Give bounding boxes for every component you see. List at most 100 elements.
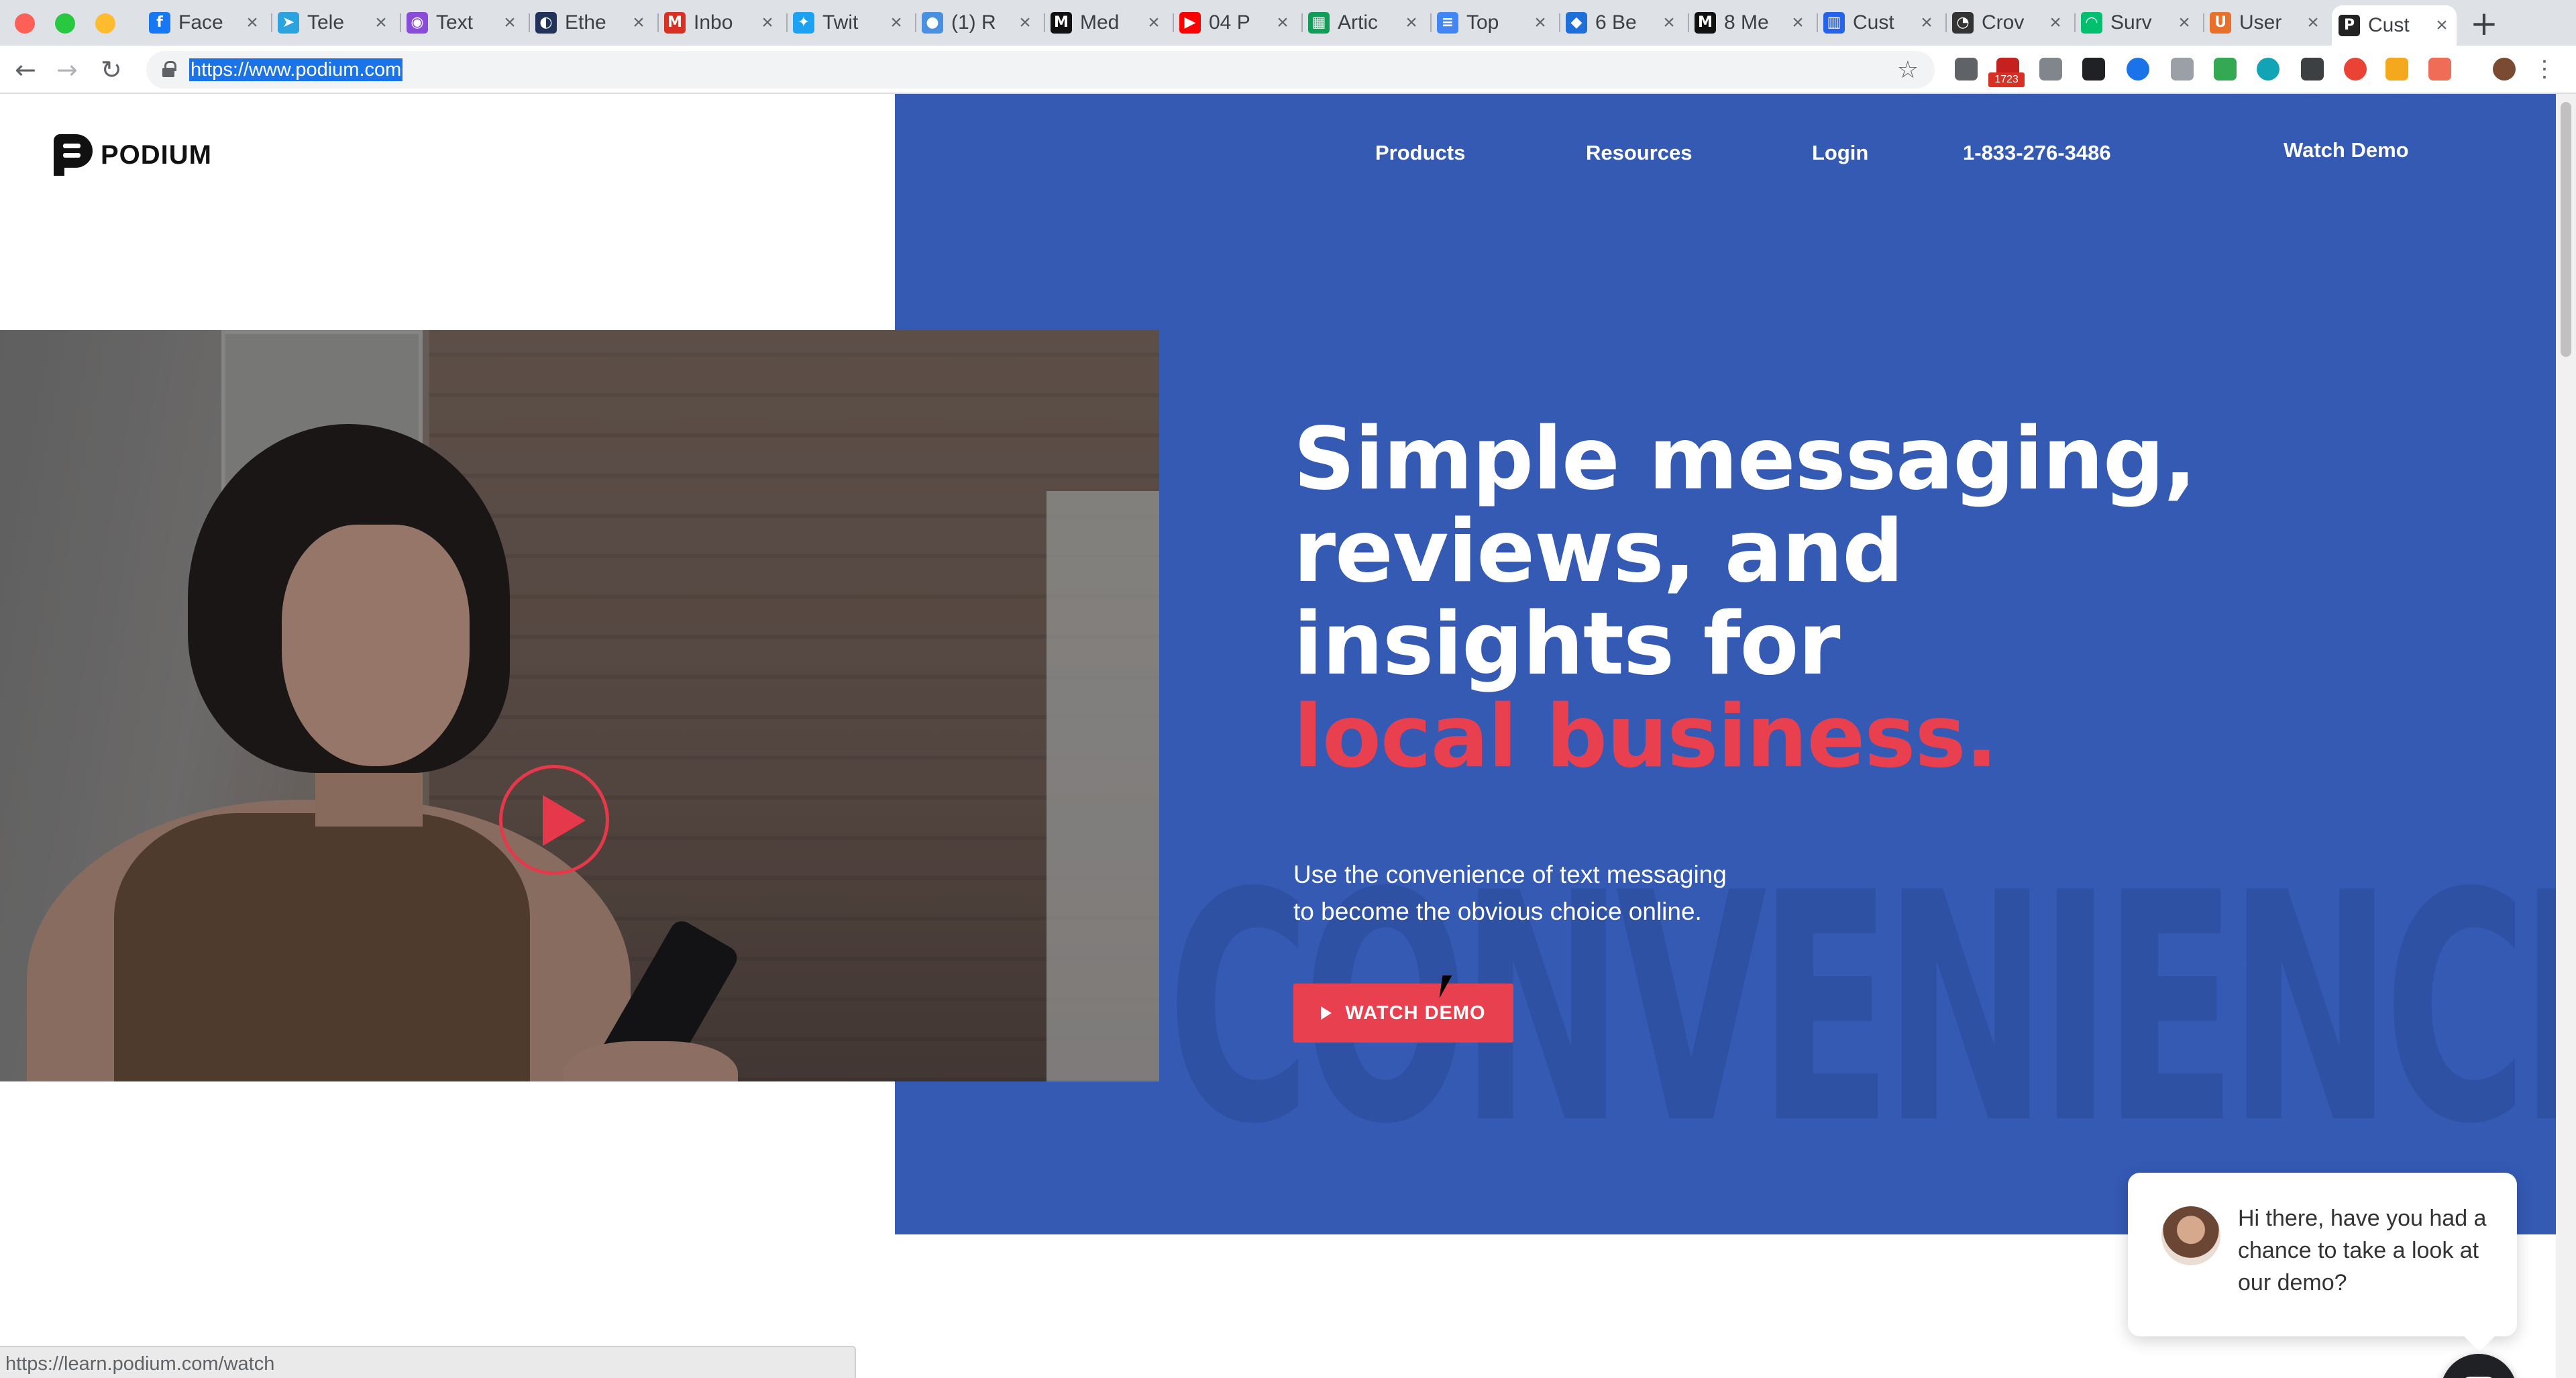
nav-watch-demo-link[interactable]: Watch Demo <box>2284 138 2409 162</box>
chat-launcher-button[interactable] <box>2440 1354 2517 1378</box>
sheets-icon: ▦ <box>1308 12 1330 34</box>
intercom-icon: ▥ <box>1823 12 1845 34</box>
tab-close-icon[interactable]: × <box>502 11 518 34</box>
tab-close-icon[interactable]: × <box>1146 11 1162 34</box>
tab-title: Ethe <box>565 11 606 34</box>
new-tab-button[interactable]: + <box>2470 4 2498 43</box>
extension-cast-icon[interactable] <box>2171 58 2194 81</box>
browser-tab[interactable]: ◆ 6 Be × <box>1559 5 1684 40</box>
page-scrollbar[interactable] <box>2556 94 2576 1378</box>
extension-dark-icon[interactable] <box>2301 58 2324 81</box>
forward-icon[interactable]: → <box>56 55 78 85</box>
tab-close-icon[interactable]: × <box>1661 11 1677 34</box>
tab-close-icon[interactable]: × <box>2047 11 2063 34</box>
browser-tab[interactable]: ≡ Top × <box>1430 5 1555 40</box>
tab-close-icon[interactable]: × <box>1532 11 1548 34</box>
extension-x-icon[interactable] <box>2082 58 2105 81</box>
extension-qr-icon[interactable] <box>2039 58 2062 81</box>
url-text[interactable]: https://www.podium.com <box>189 58 403 81</box>
podium-icon: P <box>2339 15 2360 36</box>
scrollbar-thumb[interactable] <box>2561 102 2571 357</box>
hero-video-thumbnail[interactable] <box>0 330 1159 1081</box>
subtext-line: to become the obvious choice online. <box>1293 898 1702 925</box>
nav-products-link[interactable]: Products <box>1375 141 1465 165</box>
tab-close-icon[interactable]: × <box>373 11 389 34</box>
browser-tab[interactable]: M 8 Me × <box>1688 5 1813 40</box>
tab-close-icon[interactable]: × <box>2434 14 2450 37</box>
nav-resources-link[interactable]: Resources <box>1586 141 1693 165</box>
chat-greeting-text: Hi there, have you had a chance to take … <box>2238 1206 2487 1295</box>
lock-icon <box>162 61 176 77</box>
tab-close-icon[interactable]: × <box>244 11 260 34</box>
tab-close-icon[interactable]: × <box>888 11 904 34</box>
top-navigation: Products Resources Login 1-833-276-3486 … <box>0 138 2556 174</box>
browser-tab[interactable]: ◔ Crov × <box>1945 5 2070 40</box>
browser-tab[interactable]: P Cust × <box>2332 5 2457 46</box>
facebook-icon: f <box>149 12 170 34</box>
browser-tab[interactable]: ◉ Text × <box>400 5 525 40</box>
browser-tab[interactable]: ✦ Twit × <box>786 5 911 40</box>
browser-tab[interactable]: ● (1) R × <box>915 5 1040 40</box>
tab-title: Face <box>178 11 223 34</box>
menu-dots-icon[interactable]: ⋮ <box>2533 58 2556 81</box>
window-maximize-button[interactable] <box>55 13 75 34</box>
browser-tab[interactable]: M Inbo × <box>657 5 782 40</box>
medium-icon: M <box>1695 12 1716 34</box>
telegram-icon: ➤ <box>278 12 299 34</box>
tab-title: 8 Me <box>1724 11 1769 34</box>
browser-tab[interactable]: ◐ Ethe × <box>529 5 653 40</box>
browser-tab[interactable]: ➤ Tele × <box>271 5 396 40</box>
tab-close-icon[interactable]: × <box>1275 11 1291 34</box>
tab-close-icon[interactable]: × <box>1017 11 1033 34</box>
reload-icon[interactable]: ↻ <box>101 55 122 85</box>
window-close-button[interactable] <box>15 13 35 34</box>
tab-close-icon[interactable]: × <box>1790 11 1806 34</box>
docs-icon: ≡ <box>1437 12 1458 34</box>
surveymonkey-icon: ◠ <box>2081 12 2102 34</box>
reddit-icon: ● <box>922 12 943 34</box>
web-page: PODIUM Products Resources Login 1-833-27… <box>0 94 2576 1378</box>
browser-tab[interactable]: M Med × <box>1044 5 1169 40</box>
watch-demo-button[interactable]: WATCH DEMO <box>1293 984 1513 1043</box>
extension-circle-icon[interactable] <box>2127 58 2149 81</box>
nav-phone-link[interactable]: 1-833-276-3486 <box>1963 141 2111 165</box>
back-icon[interactable]: ← <box>15 55 36 85</box>
extension-green-icon[interactable] <box>2214 58 2237 81</box>
status-url-text: https://learn.podium.com/watch <box>5 1353 275 1375</box>
browser-tab[interactable]: ▦ Artic × <box>1301 5 1426 40</box>
tab-close-icon[interactable]: × <box>759 11 775 34</box>
browser-tab[interactable]: ◠ Surv × <box>2074 5 2199 40</box>
chat-greeting-bubble[interactable]: Hi there, have you had a chance to take … <box>2128 1173 2517 1336</box>
tab-title: 04 P <box>1209 11 1250 34</box>
browser-tab[interactable]: f Face × <box>142 5 267 40</box>
extension-fire-icon[interactable] <box>2385 58 2408 81</box>
tab-close-icon[interactable]: × <box>1403 11 1419 34</box>
address-bar[interactable]: https://www.podium.com ☆ <box>146 51 1935 89</box>
browser-tab[interactable]: ▥ Cust × <box>1817 5 1941 40</box>
tab-close-icon[interactable]: × <box>631 11 647 34</box>
tab-close-icon[interactable]: × <box>2176 11 2192 34</box>
nav-login-link[interactable]: Login <box>1812 141 1868 165</box>
tab-close-icon[interactable]: × <box>1919 11 1935 34</box>
headline-line: insights for <box>1293 594 1841 694</box>
extension-arrow-icon[interactable] <box>2428 58 2451 81</box>
video-play-icon[interactable] <box>499 765 609 875</box>
profile-avatar[interactable] <box>2493 58 2516 81</box>
gmail-icon: M <box>664 12 686 34</box>
tab-title: User <box>2239 11 2282 34</box>
tab-title: Med <box>1080 11 1120 34</box>
window-minimize-button[interactable] <box>95 13 115 34</box>
usertesting-icon: U <box>2210 12 2231 34</box>
tab-title: Surv <box>2110 11 2152 34</box>
bookmark-star-icon[interactable]: ☆ <box>1897 56 1919 84</box>
browser-tab[interactable]: U User × <box>2203 5 2328 40</box>
extension-grammarly-icon[interactable] <box>2257 58 2279 81</box>
agent-avatar <box>2161 1206 2220 1265</box>
browser-tab[interactable]: ▶ 04 P × <box>1173 5 1297 40</box>
tab-title: Tele <box>307 11 345 34</box>
play-triangle-icon <box>1321 1006 1332 1020</box>
extension-grid-icon[interactable] <box>1955 58 1978 81</box>
tab-close-icon[interactable]: × <box>2305 11 2321 34</box>
extension-red-icon[interactable] <box>2344 58 2367 81</box>
youtube-icon: ▶ <box>1179 12 1201 34</box>
